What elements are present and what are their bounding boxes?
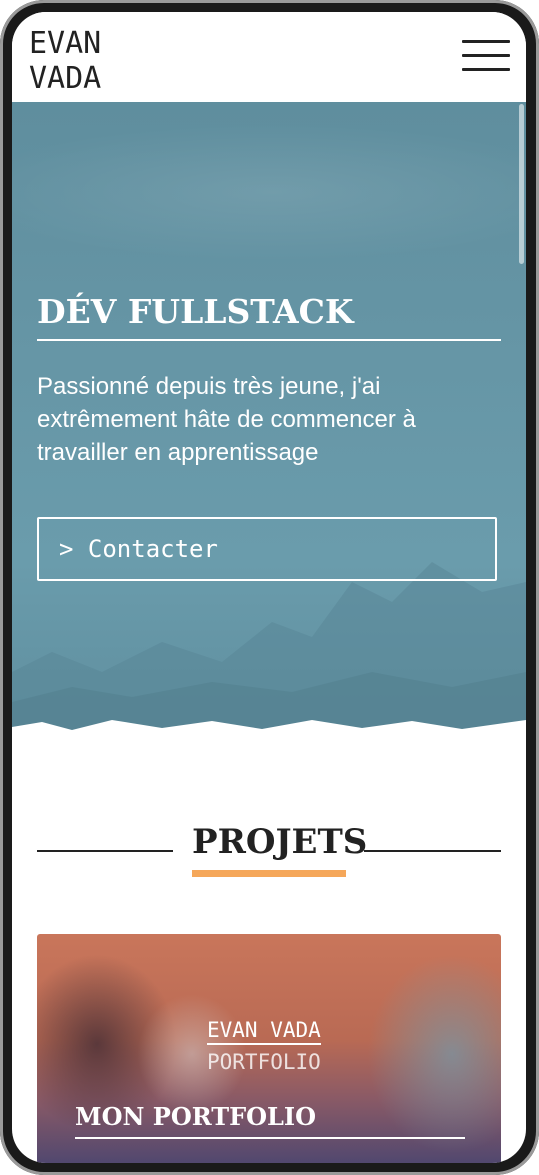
project-card-portfolio[interactable]: EVAN VADA PORTFOLIO MON PORTFOLIO <box>37 934 501 1163</box>
logo-line-1: EVAN <box>29 26 102 61</box>
heading-rule-left <box>37 850 173 852</box>
menu-bar-middle <box>462 54 510 57</box>
hero-section: DÉV FULLSTACK Passionné depuis très jeun… <box>12 102 526 757</box>
hero-description: Passionné depuis très jeune, j'ai extrêm… <box>37 373 416 466</box>
card-logo-line-2: PORTFOLIO <box>207 1050 321 1074</box>
heading-rule-right <box>364 850 501 852</box>
contact-button-label: > Contacter <box>59 535 218 563</box>
menu-bar-bottom <box>462 68 510 71</box>
scrollbar-thumb[interactable] <box>519 104 524 264</box>
site-header: EVAN VADA <box>12 12 526 102</box>
card-title: MON PORTFOLIO <box>75 1102 465 1139</box>
card-logo-line-1: EVAN VADA <box>207 1018 321 1045</box>
site-logo[interactable]: EVAN VADA <box>29 26 101 96</box>
menu-bar-top <box>462 40 510 43</box>
hero-mist <box>12 122 526 262</box>
section-title: PROJETS <box>192 822 368 862</box>
section-title-underline <box>192 870 346 877</box>
logo-line-2: VADA <box>29 61 102 96</box>
hamburger-icon[interactable] <box>462 40 510 74</box>
screen: EVAN VADA DÉV FULLSTACK Passionné depuis… <box>12 12 526 1163</box>
projects-heading: PROJETS <box>37 822 501 882</box>
phone-frame: EVAN VADA DÉV FULLSTACK Passionné depuis… <box>0 0 539 1175</box>
hero-title: DÉV FULLSTACK <box>37 292 501 341</box>
contact-button[interactable]: > Contacter <box>37 517 497 581</box>
